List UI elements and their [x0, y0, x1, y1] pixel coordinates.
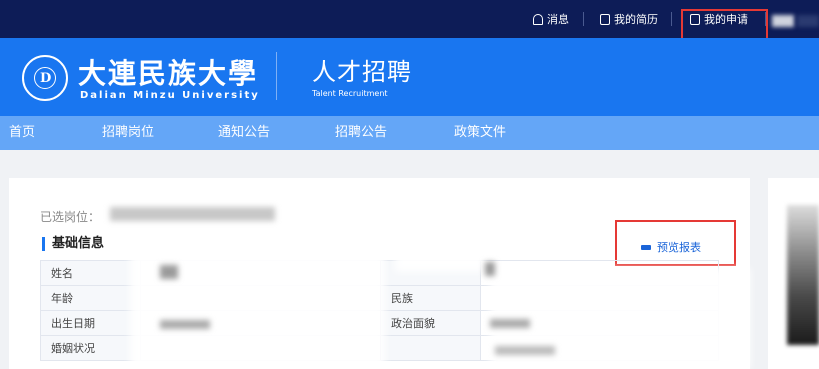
resume-icon [600, 13, 610, 25]
header-banner: D 大連民族大學 Dalian Minzu University 人才招聘 Ta… [0, 38, 819, 116]
redacted-text [495, 346, 555, 355]
university-seal-logo[interactable]: D [22, 55, 68, 101]
selected-position-label: 已选岗位： [40, 210, 101, 224]
redacted-text [160, 265, 178, 279]
bell-icon [533, 13, 543, 25]
site-title: 人才招聘 [312, 58, 412, 86]
section-title: 基础信息 [42, 237, 104, 251]
my-application-link[interactable]: 我的申请 [690, 0, 748, 38]
redacted-text [485, 262, 495, 276]
nav-home[interactable]: 首页 [9, 116, 35, 150]
divider [765, 12, 766, 26]
field-label: 民族 [380, 285, 481, 311]
application-icon [690, 13, 700, 25]
nav-notices[interactable]: 通知公告 [218, 116, 270, 150]
applicant-photo [787, 205, 819, 345]
field-label: 姓名 [40, 260, 141, 286]
print-icon [641, 242, 651, 252]
user-avatar[interactable] [772, 15, 794, 27]
top-bar: 消息 我的简历 我的申请 [0, 0, 819, 38]
preview-report-button[interactable]: 预览报表 [641, 239, 701, 255]
field-label: 婚姻状况 [40, 335, 141, 361]
redacted-text [160, 320, 210, 329]
field-label: 政治面貌 [380, 310, 481, 336]
university-name-en: Dalian Minzu University [80, 90, 260, 101]
my-resume-label: 我的简历 [614, 13, 658, 26]
banner-divider [276, 52, 277, 100]
my-resume-link[interactable]: 我的简历 [600, 0, 658, 38]
main-nav: 首页 招聘岗位 通知公告 招聘公告 政策文件 [0, 116, 819, 150]
field-label [380, 335, 481, 361]
field-label: 出生日期 [40, 310, 141, 336]
field-label: 年龄 [40, 285, 141, 311]
divider [583, 12, 584, 26]
user-name[interactable] [797, 15, 819, 27]
redaction-mask [395, 248, 485, 272]
university-name-cn: 大連民族大學 [78, 57, 259, 90]
site-subtitle: Talent Recruitment [312, 89, 388, 98]
redacted-text [490, 319, 530, 328]
seal-letter: D [40, 71, 52, 86]
nav-positions[interactable]: 招聘岗位 [102, 116, 154, 150]
my-application-label: 我的申请 [704, 13, 748, 26]
preview-report-label: 预览报表 [657, 241, 701, 254]
messages-link[interactable]: 消息 [533, 0, 569, 38]
messages-label: 消息 [547, 13, 569, 26]
nav-policies[interactable]: 政策文件 [454, 116, 506, 150]
selected-position-value [110, 207, 275, 221]
divider [671, 12, 672, 26]
nav-announcements[interactable]: 招聘公告 [335, 116, 387, 150]
